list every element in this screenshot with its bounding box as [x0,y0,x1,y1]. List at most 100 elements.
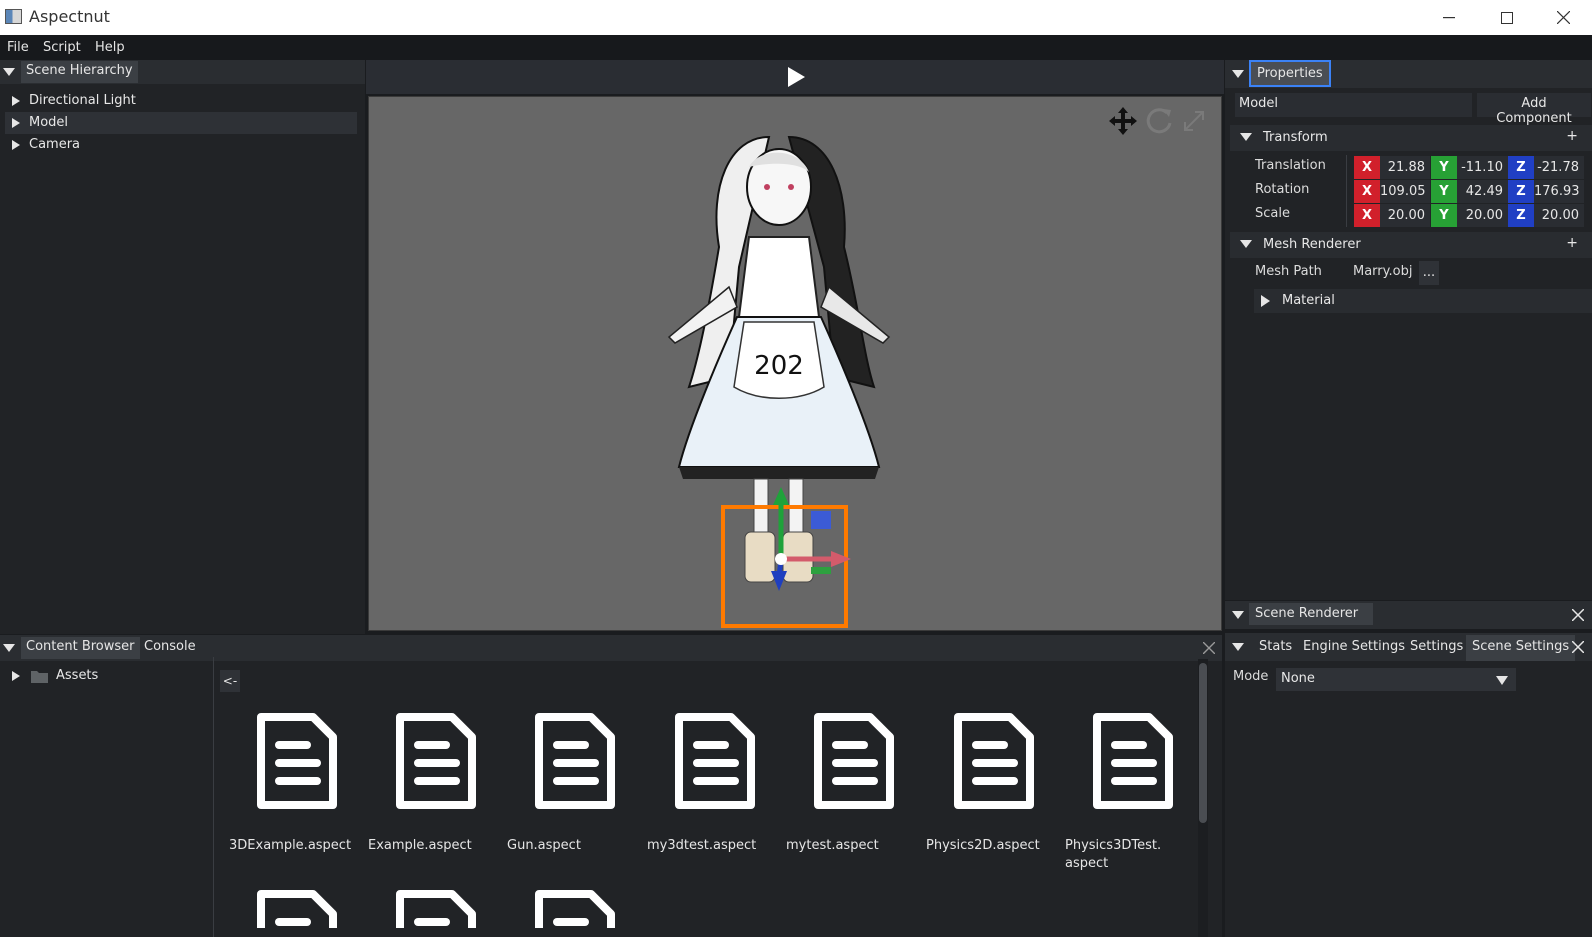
collapse-icon[interactable] [1232,70,1244,78]
model-number-text: 202 [754,351,804,381]
scale-x-field[interactable]: 20.00 [1380,204,1430,227]
scale-label: Scale [1255,206,1290,221]
expand-arrow-icon[interactable] [12,671,20,681]
file-name: my3dtest.aspect [647,838,757,853]
tab-scene-renderer[interactable]: Scene Renderer [1249,603,1373,625]
hierarchy-item-camera[interactable]: Camera [0,134,357,156]
scene-renderer-panel: Scene Renderer [1225,601,1592,629]
tab-properties[interactable]: Properties [1249,60,1331,87]
expand-arrow-icon[interactable] [12,140,20,150]
translation-z-axis: Z [1508,156,1534,179]
content-browser-header: Content Browser Console [0,635,1222,661]
collapse-icon[interactable] [1240,240,1252,248]
minimize-button[interactable] [1420,0,1478,35]
translation-label: Translation [1255,158,1326,173]
transform-section-header[interactable]: Transform + [1230,125,1592,151]
translation-x-field[interactable]: 21.88 [1380,156,1430,179]
play-icon[interactable] [786,66,806,88]
file-icon[interactable] [396,890,476,928]
scale-x-axis: X [1354,204,1380,227]
transform-add-button[interactable]: + [1566,128,1578,144]
file-icon [954,713,1034,809]
translation-y-field[interactable]: -11.10 [1457,156,1508,179]
file-icon [814,713,894,809]
browse-mesh-button[interactable]: ... [1419,261,1439,285]
tab-engine-settings[interactable]: Engine Settings [1298,637,1410,659]
scale-z-field[interactable]: 20.00 [1534,204,1584,227]
mode-select[interactable]: None [1276,668,1516,691]
scene-viewport[interactable]: 202 [368,96,1222,631]
close-window-button[interactable] [1534,0,1592,35]
rotation-z-field[interactable]: 176.93 [1534,180,1584,203]
material-section-header[interactable]: Material [1254,289,1592,313]
collapse-icon[interactable] [1232,611,1244,619]
file-icon [535,713,615,809]
tab-console[interactable]: Console [139,637,201,659]
window-title: Aspectnut [29,7,110,26]
settings-panel: Stats Engine Settings Settings Scene Set… [1225,633,1592,937]
menu-bar: File Script Help [0,35,1592,60]
file-icon [1093,713,1173,809]
tab-content-browser[interactable]: Content Browser [21,637,140,659]
collapse-icon[interactable] [3,644,15,652]
tab-scene-hierarchy[interactable]: Scene Hierarchy [21,61,138,83]
file-icon[interactable] [257,890,337,928]
translation-z-field[interactable]: -21.78 [1534,156,1584,179]
app-icon [5,9,22,24]
file-name: 3DExample.aspect [229,838,352,853]
file-name: Physics3DTest. aspect [1065,838,1162,871]
expand-arrow-icon[interactable] [12,96,20,106]
mesh-renderer-section-header[interactable]: Mesh Renderer + [1230,232,1592,258]
file-name: Example.aspect [368,838,472,853]
mesh-renderer-add-button[interactable]: + [1566,235,1578,251]
entity-name-input[interactable]: Model [1235,93,1472,117]
scrollbar-thumb[interactable] [1199,663,1207,823]
hierarchy-item-directional-light[interactable]: Directional Light [0,90,357,112]
back-button[interactable]: <- [220,670,240,692]
file-icon[interactable] [535,890,615,928]
file-row-partial [227,890,1227,928]
scale-y-axis: Y [1431,204,1457,227]
add-component-button[interactable]: Add Component [1477,93,1591,126]
file-icon [257,713,337,809]
folder-icon [31,671,48,683]
mode-select-value: None [1281,671,1315,686]
column-divider [1346,155,1347,227]
tree-item-assets[interactable]: Assets [0,665,210,687]
close-icon[interactable] [1203,642,1215,654]
tab-stats[interactable]: Stats [1254,637,1297,659]
close-icon[interactable] [1572,641,1584,653]
collapse-icon[interactable] [1232,643,1244,651]
expand-arrow-icon[interactable] [1261,295,1270,307]
rotation-x-axis: X [1354,180,1380,203]
rotate-icon[interactable] [1143,105,1175,137]
menu-script[interactable]: Script [43,40,81,55]
expand-arrow-icon[interactable] [12,118,20,128]
tab-scene-settings[interactable]: Scene Settings [1466,635,1576,661]
tree-item-label: Assets [56,668,99,683]
rotation-x-field[interactable]: 109.05 [1380,180,1430,203]
rotation-y-axis: Y [1431,180,1457,203]
scale-y-field[interactable]: 20.00 [1457,204,1508,227]
maximize-icon [1501,11,1513,24]
viewport-toolbar [366,60,1224,94]
properties-header: Properties [1225,60,1592,88]
menu-help[interactable]: Help [95,40,125,55]
menu-file[interactable]: File [7,40,29,55]
rotation-y-field[interactable]: 42.49 [1457,180,1508,203]
scale-icon[interactable] [1182,109,1206,133]
rotation-z-axis: Z [1508,180,1534,203]
file-name: mytest.aspect [786,838,879,853]
mesh-path-label: Mesh Path [1255,264,1322,279]
collapse-icon[interactable] [1240,133,1252,141]
collapse-icon[interactable] [3,68,15,76]
tab-settings[interactable]: Settings [1405,637,1468,659]
move-icon[interactable] [1107,105,1139,137]
hierarchy-item-label: Model [29,115,69,130]
rotation-label: Rotation [1255,182,1310,197]
hierarchy-item-model[interactable]: Model [5,112,357,134]
scale-z-axis: Z [1508,204,1534,227]
close-icon[interactable] [1572,609,1584,621]
maximize-button[interactable] [1478,0,1536,35]
transform-gizmo[interactable] [739,487,859,597]
